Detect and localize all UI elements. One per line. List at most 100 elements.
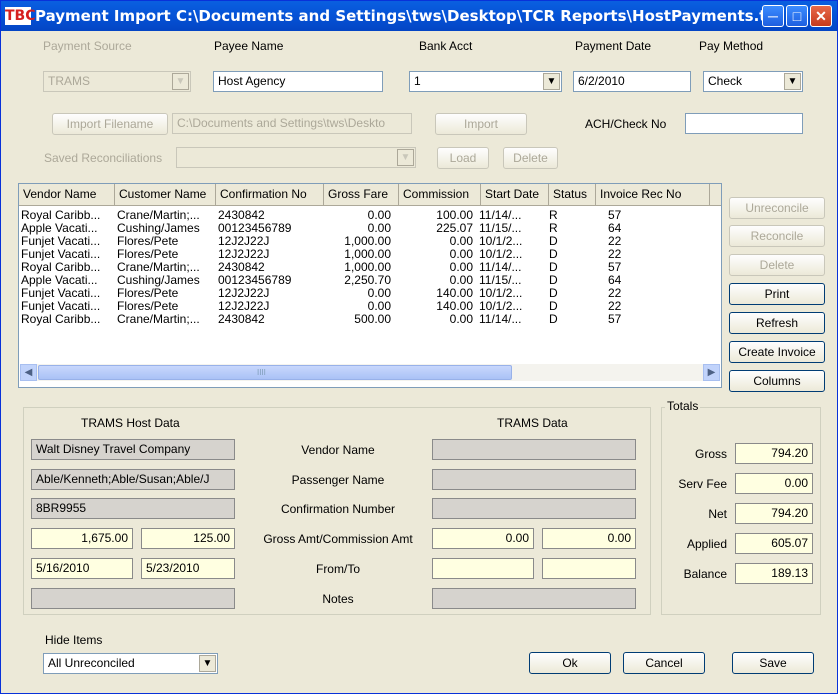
title-bar[interactable]: TBC Payment Import C:\Documents and Sett… [1, 1, 837, 31]
trams-gross-amt-field: 0.00 [432, 528, 534, 549]
create-invoice-button[interactable]: Create Invoice [729, 341, 825, 363]
scrollbar-grip: IIII [257, 368, 266, 377]
trams-data-header: TRAMS Data [497, 416, 568, 430]
hide-items-value: All Unreconciled [48, 656, 135, 670]
import-filename-button[interactable]: Import Filename [52, 113, 168, 135]
table-cell: Royal Caribb... [21, 312, 101, 326]
print-button[interactable]: Print [729, 283, 825, 305]
table-cell: 11/14/... [479, 312, 522, 326]
payment-date-label: Payment Date [575, 39, 652, 53]
hide-items-select[interactable]: All Unreconciled ▼ [43, 653, 218, 674]
confirmation-number-label: Confirmation Number [280, 502, 396, 516]
host-vendor-name-field: Walt Disney Travel Company [31, 439, 235, 460]
import-filename-input[interactable]: C:\Documents and Settings\tws\Deskto [172, 113, 412, 134]
unreconcile-button[interactable]: Unreconcile [729, 197, 825, 219]
payment-source-label: Payment Source [43, 39, 132, 53]
bank-acct-value: 1 [414, 74, 421, 88]
net-label: Net [708, 507, 727, 521]
from-to-label: From/To [315, 562, 360, 576]
cancel-button[interactable]: Cancel [623, 652, 705, 674]
column-header[interactable]: Start Date [481, 184, 549, 205]
horizontal-scrollbar[interactable]: ◀ IIII ▶ [20, 364, 720, 381]
host-gross-amt-field: 1,675.00 [31, 528, 133, 549]
maximize-icon: □ [792, 8, 802, 24]
column-header[interactable]: Invoice Rec No [596, 184, 710, 205]
pay-method-value: Check [708, 74, 743, 88]
host-from-field: 5/16/2010 [31, 558, 133, 579]
maximize-button[interactable]: □ [786, 5, 808, 27]
table-cell: D [549, 312, 558, 326]
column-header[interactable]: Gross Fare [324, 184, 399, 205]
chevron-down-icon: ▼ [784, 73, 801, 90]
column-header[interactable]: Commission [399, 184, 481, 205]
import-button[interactable]: Import [435, 113, 527, 135]
serv-fee-total-field: 0.00 [735, 473, 813, 494]
reconciliation-table[interactable]: Vendor Name Customer Name Confirmation N… [18, 183, 722, 388]
host-notes-field [31, 588, 235, 609]
payment-source-select[interactable]: TRAMS ▼ [43, 71, 191, 92]
column-header[interactable]: Vendor Name [19, 184, 115, 205]
saved-reconciliations-select[interactable]: ▼ [176, 147, 416, 168]
applied-total-field: 605.07 [735, 533, 813, 554]
trams-notes-field [432, 588, 636, 609]
minimize-icon: ─ [768, 8, 778, 24]
column-header[interactable]: Customer Name [115, 184, 216, 205]
minimize-button[interactable]: ─ [762, 5, 784, 27]
payment-import-window: TBC Payment Import C:\Documents and Sett… [0, 0, 838, 694]
balance-total-field: 189.13 [735, 563, 813, 584]
ach-check-input[interactable] [685, 113, 803, 134]
delete-button[interactable]: Delete [729, 254, 825, 276]
payment-source-value: TRAMS [48, 74, 90, 88]
save-button[interactable]: Save [732, 652, 814, 674]
table-row[interactable]: Royal Caribb... Crane/Martin;... 2430842 50… [19, 312, 719, 327]
gross-total-field: 794.20 [735, 443, 813, 464]
payee-name-input[interactable]: Host Agency [213, 71, 383, 92]
column-header[interactable]: Status [549, 184, 596, 205]
column-header[interactable]: Confirmation No [216, 184, 324, 205]
ach-check-label: ACH/Check No [585, 117, 667, 131]
bank-acct-label: Bank Acct [419, 39, 473, 53]
ok-button[interactable]: Ok [529, 652, 611, 674]
trams-confirmation-number-field [432, 498, 636, 519]
columns-button[interactable]: Columns [729, 370, 825, 392]
host-commission-amt-field: 125.00 [141, 528, 235, 549]
table-header: Vendor Name Customer Name Confirmation N… [19, 184, 721, 206]
table-cell: 2430842 [218, 312, 265, 326]
table-cell: 0.00 [449, 312, 473, 326]
trams-commission-amt-field: 0.00 [542, 528, 636, 549]
delete-saved-button[interactable]: Delete [503, 147, 558, 169]
chevron-down-icon: ▼ [199, 655, 216, 672]
reconcile-button[interactable]: Reconcile [729, 225, 825, 247]
gross-commission-label: Gross Amt/Commission Amt [263, 532, 413, 546]
payee-name-label: Payee Name [214, 39, 284, 53]
window-title: Payment Import C:\Documents and Settings… [35, 7, 784, 25]
chevron-down-icon: ▼ [397, 149, 414, 166]
table-cell: Crane/Martin;... [117, 312, 200, 326]
table-cell: 57 [608, 312, 622, 326]
payment-date-input[interactable]: 6/2/2010 [573, 71, 691, 92]
scrollbar-thumb[interactable]: IIII [38, 365, 512, 380]
close-icon: ✕ [815, 8, 827, 24]
refresh-button[interactable]: Refresh [729, 312, 825, 334]
table-cell: 500.00 [354, 312, 391, 326]
host-confirmation-number-field: 8BR9955 [31, 498, 235, 519]
saved-reconciliations-label: Saved Reconciliations [44, 151, 163, 165]
notes-label: Notes [322, 592, 354, 606]
scroll-right-icon[interactable]: ▶ [703, 364, 720, 381]
pay-method-select[interactable]: Check ▼ [703, 71, 803, 92]
trams-to-field [542, 558, 636, 579]
load-button[interactable]: Load [437, 147, 489, 169]
bank-acct-select[interactable]: 1 ▼ [409, 71, 562, 92]
scroll-left-icon[interactable]: ◀ [20, 364, 37, 381]
host-to-field: 5/23/2010 [141, 558, 235, 579]
close-button[interactable]: ✕ [810, 5, 832, 27]
chevron-down-icon: ▼ [172, 73, 189, 90]
host-passenger-name-field: Able/Kenneth;Able/Susan;Able/J [31, 469, 235, 490]
host-data-header: TRAMS Host Data [81, 416, 180, 430]
hide-items-label: Hide Items [45, 633, 103, 647]
balance-label: Balance [683, 567, 727, 581]
trams-vendor-name-field [432, 439, 636, 460]
app-logo: TBC [5, 7, 36, 25]
totals-title: Totals [665, 399, 701, 413]
vendor-name-label: Vendor Name [301, 443, 375, 457]
